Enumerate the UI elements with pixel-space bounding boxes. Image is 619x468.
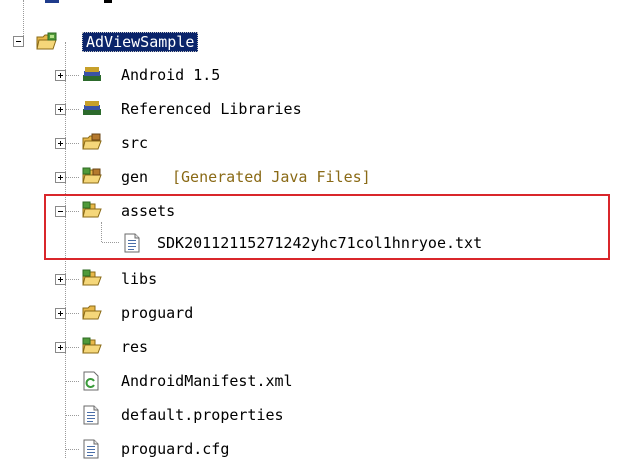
project-explorer-tree: AdViewSample Android 1.5 Referenced Libr… xyxy=(0,0,619,468)
scroll-cut-mark xyxy=(45,0,59,3)
tree-node-asset-file[interactable]: SDK20112115271242yhc71col1hnryoe.txt xyxy=(0,227,600,259)
tree-node-label[interactable]: gen xyxy=(121,168,148,186)
text-file-icon xyxy=(123,233,143,253)
project-folder-icon xyxy=(36,32,57,50)
tree-node-label[interactable]: assets xyxy=(121,202,175,220)
folder-icon xyxy=(82,269,102,287)
tree-node-label[interactable]: libs xyxy=(121,270,157,288)
text-file-icon xyxy=(82,439,102,459)
tree-node-default-properties[interactable]: default.properties xyxy=(0,399,400,431)
expand-toggle[interactable] xyxy=(55,308,66,319)
expand-toggle[interactable] xyxy=(55,138,66,149)
scroll-cut-mark xyxy=(104,0,112,3)
library-books-icon xyxy=(82,99,102,117)
collapse-toggle[interactable] xyxy=(13,36,24,47)
tree-node-label[interactable]: AndroidManifest.xml xyxy=(121,372,293,390)
tree-node-assets[interactable]: assets xyxy=(0,195,300,227)
folder-icon xyxy=(82,303,102,321)
project-name[interactable]: AdViewSample xyxy=(82,32,199,52)
tree-node-res[interactable]: res xyxy=(0,331,300,363)
expand-toggle[interactable] xyxy=(55,274,66,285)
tree-node-label[interactable]: src xyxy=(121,134,148,152)
tree-node-libs[interactable]: libs xyxy=(0,263,300,295)
properties-file-icon xyxy=(82,405,102,425)
tree-node-gen[interactable]: gen [Generated Java Files] xyxy=(0,161,460,193)
expand-toggle[interactable] xyxy=(55,104,66,115)
tree-node-label[interactable]: proguard xyxy=(121,304,193,322)
tree-node-src[interactable]: src xyxy=(0,127,300,159)
tree-node-label[interactable]: res xyxy=(121,338,148,356)
tree-node-android-manifest[interactable]: AndroidManifest.xml xyxy=(0,365,400,397)
folder-icon xyxy=(82,337,102,355)
package-folder-icon xyxy=(82,133,102,151)
android-manifest-icon xyxy=(82,371,102,391)
expand-toggle[interactable] xyxy=(55,70,66,81)
collapse-toggle[interactable] xyxy=(55,206,66,217)
tree-node-label[interactable]: proguard.cfg xyxy=(121,440,229,458)
tree-node-label[interactable]: SDK20112115271242yhc71col1hnryoe.txt xyxy=(157,234,482,252)
tree-node-project-root[interactable]: AdViewSample xyxy=(0,26,260,58)
tree-node-referenced-libraries[interactable]: Referenced Libraries xyxy=(0,93,400,125)
generated-files-note: [Generated Java Files] xyxy=(172,168,371,186)
library-books-icon xyxy=(82,65,102,83)
tree-node-label[interactable]: Android 1.5 xyxy=(121,66,220,84)
tree-node-label[interactable]: default.properties xyxy=(121,406,284,424)
expand-toggle[interactable] xyxy=(55,172,66,183)
folder-open-icon xyxy=(82,201,102,219)
tree-node-label[interactable]: Referenced Libraries xyxy=(121,100,302,118)
tree-node-proguard-cfg[interactable]: proguard.cfg xyxy=(0,433,300,465)
tree-node-proguard[interactable]: proguard xyxy=(0,297,300,329)
source-folder-icon xyxy=(82,167,102,185)
expand-toggle[interactable] xyxy=(55,342,66,353)
tree-node-android-library[interactable]: Android 1.5 xyxy=(0,59,300,91)
